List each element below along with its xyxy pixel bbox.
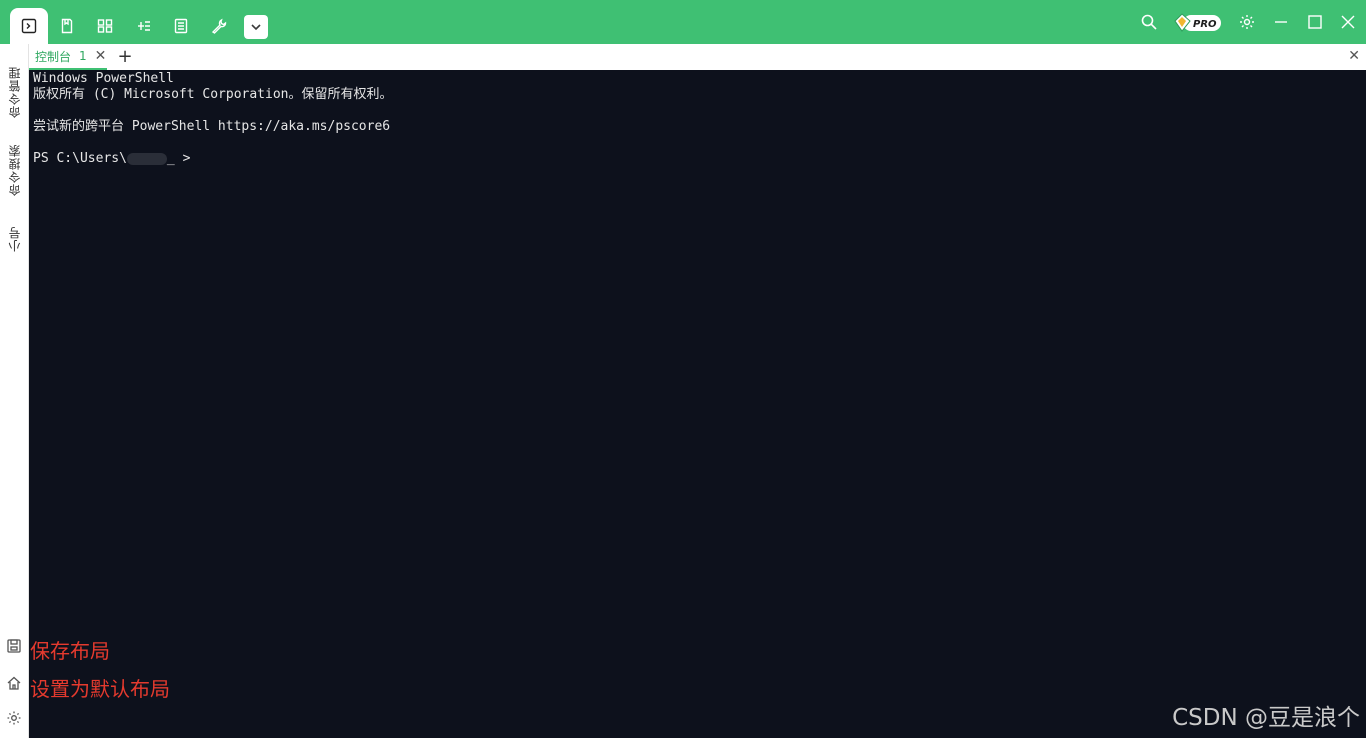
- prompt-end: _ >: [166, 151, 191, 166]
- terminal-line: 尝试新的跨平台 PowerShell https://aka.ms/pscore…: [33, 119, 391, 134]
- close-icon[interactable]: ✕: [95, 48, 107, 64]
- bookmark-icon[interactable]: [55, 14, 79, 38]
- document-icon[interactable]: [169, 14, 193, 38]
- add-tab-button[interactable]: +: [115, 47, 135, 67]
- settings-icon[interactable]: [6, 710, 22, 726]
- watermark: CSDN @豆是浪个: [1172, 705, 1360, 731]
- tab-label: 控制台: [35, 49, 72, 64]
- close-icon[interactable]: ✕: [1348, 48, 1360, 64]
- sidebar: 命令管理 命令搜索 小号: [0, 44, 29, 738]
- annotation-save-layout: 保存布局: [30, 639, 110, 663]
- wrench-icon[interactable]: [207, 14, 231, 38]
- chevron-down-icon[interactable]: [244, 15, 268, 39]
- maximize-icon[interactable]: [1301, 8, 1329, 36]
- pro-badge-label: PRO: [1193, 19, 1217, 30]
- annotation-set-default-layout: 设置为默认布局: [30, 677, 170, 701]
- tab-console[interactable]: 控制台 1 ✕: [29, 44, 107, 70]
- title-bar: PRO: [0, 0, 1366, 44]
- terminal-icon[interactable]: [10, 8, 48, 44]
- sidebar-item-label: 命令管理: [8, 66, 22, 118]
- layout-icon[interactable]: [93, 14, 117, 38]
- home-icon[interactable]: [6, 675, 22, 691]
- close-icon[interactable]: [1334, 8, 1362, 36]
- tree-icon[interactable]: [132, 14, 156, 38]
- sidebar-item-alt-account[interactable]: 小号: [0, 226, 29, 252]
- tab-count: 1: [79, 49, 87, 63]
- terminal-line: Windows PowerShell: [33, 71, 174, 86]
- sidebar-item-label: 小号: [8, 226, 22, 252]
- sidebar-item-label: 命令搜索: [8, 144, 22, 196]
- pro-badge[interactable]: PRO: [1173, 12, 1223, 34]
- save-icon[interactable]: [6, 638, 22, 654]
- terminal-output[interactable]: Windows PowerShell 版权所有 (C) Microsoft Co…: [29, 70, 1366, 738]
- prompt-path: PS C:\Users\: [33, 151, 127, 166]
- search-icon[interactable]: [1135, 8, 1163, 36]
- terminal-prompt: PS C:\Users\ _ >: [33, 151, 1362, 167]
- sidebar-item-command-search[interactable]: 命令搜索: [0, 144, 29, 196]
- terminal-line: 版权所有 (C) Microsoft Corporation。保留所有权利。: [33, 87, 393, 102]
- redacted-username: [126, 152, 167, 165]
- sidebar-item-command-manage[interactable]: 命令管理: [0, 66, 29, 118]
- tab-bar: 控制台 1 ✕ + ✕: [29, 44, 1366, 70]
- minimize-icon[interactable]: [1267, 8, 1295, 36]
- gear-icon[interactable]: [1233, 8, 1261, 36]
